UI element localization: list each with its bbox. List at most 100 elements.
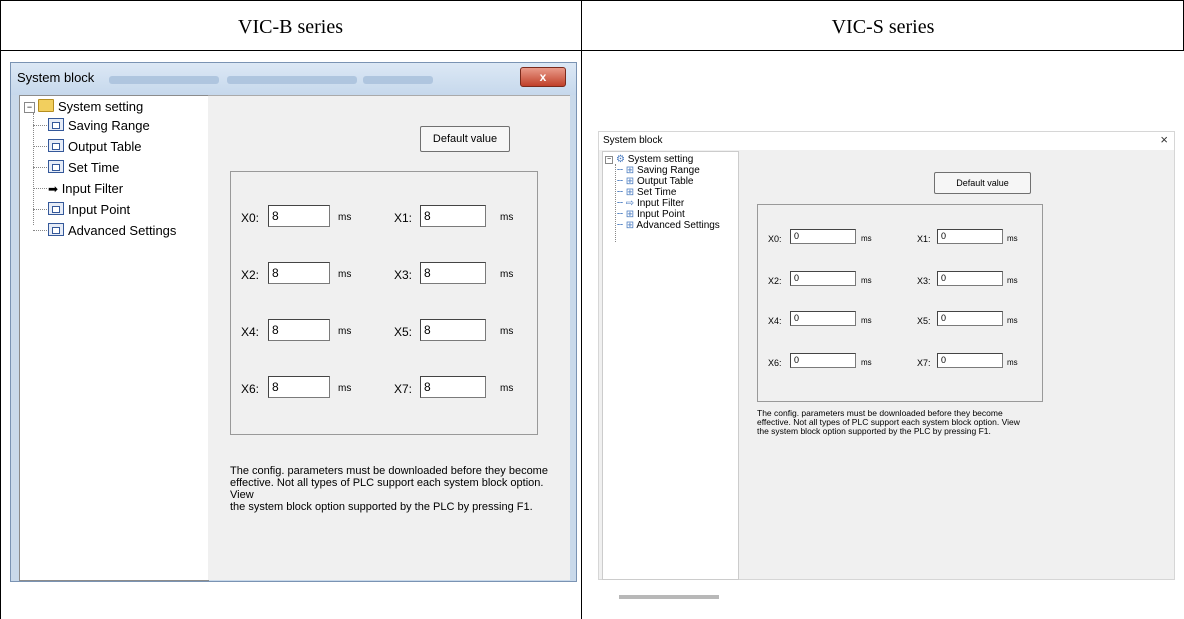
- x4-filter-input[interactable]: 8: [268, 319, 330, 341]
- tree-item-input-point[interactable]: ╌ ⊞ Input Point: [617, 209, 685, 220]
- tree-item-output-table[interactable]: Output Table: [48, 139, 141, 154]
- field-label-x0: X0:: [241, 211, 260, 225]
- tree-item-system-setting[interactable]: − ⚙ System setting: [605, 154, 693, 165]
- x4-filter-input[interactable]: 0: [790, 311, 856, 326]
- default-value-button[interactable]: Default value: [420, 126, 510, 152]
- unit-label: ms: [1007, 234, 1018, 243]
- vicb-settings-tree: − System setting Saving Range Output Tabl…: [19, 95, 209, 581]
- field-label-x1: X1:: [394, 211, 413, 225]
- tree-item-label: Advanced Settings: [68, 223, 177, 238]
- tree-item-advanced-settings[interactable]: Advanced Settings: [48, 223, 176, 238]
- tree-item-label: System setting: [627, 154, 694, 165]
- settings-page-icon: ╌ ⊞: [617, 176, 635, 187]
- tree-item-label: Saving Range: [636, 165, 700, 176]
- x7-filter-input[interactable]: 0: [937, 353, 1003, 368]
- tree-item-input-filter[interactable]: ╌ ⇨ Input Filter: [617, 198, 684, 209]
- x2-filter-input[interactable]: 0: [790, 271, 856, 286]
- unit-label: ms: [861, 316, 872, 325]
- tree-item-label: Input Filter: [636, 198, 685, 209]
- unit-label: ms: [338, 212, 352, 223]
- unit-label: ms: [338, 269, 352, 280]
- unit-label: ms: [500, 269, 514, 280]
- settings-page-icon: ╌ ⊞: [617, 220, 635, 231]
- tree-item-input-filter[interactable]: ➡ Input Filter: [48, 181, 123, 196]
- x6-filter-input[interactable]: 8: [268, 376, 330, 398]
- vicb-close-button[interactable]: x: [520, 67, 566, 87]
- collapse-icon[interactable]: −: [605, 156, 613, 164]
- x3-filter-input[interactable]: 0: [937, 271, 1003, 286]
- field-label-x0: X0:: [768, 234, 782, 244]
- tree-item-system-setting[interactable]: − System setting: [24, 99, 143, 114]
- tree-item-label: System setting: [58, 99, 144, 114]
- vicb-titlebar: System block x: [11, 63, 576, 95]
- tree-item-label: Saving Range: [68, 118, 150, 133]
- unit-label: ms: [500, 383, 514, 394]
- download-note: The config. parameters must be downloade…: [230, 465, 570, 513]
- vics-dialog-title: System block: [603, 135, 663, 146]
- settings-page-icon: [48, 160, 64, 173]
- field-label-x2: X2:: [768, 276, 782, 286]
- header-divider: [0, 50, 1184, 51]
- table-left-border: [0, 0, 1, 619]
- unit-label: ms: [861, 276, 872, 285]
- settings-page-icon: ╌ ⊞: [617, 187, 635, 198]
- tree-item-label: Set Time: [68, 160, 120, 175]
- settings-page-icon: [48, 202, 64, 215]
- tree-item-input-point[interactable]: Input Point: [48, 202, 130, 217]
- note-line: effective. Not all types of PLC support …: [230, 477, 544, 501]
- field-label-x7: X7:: [394, 382, 413, 396]
- blurred-toolbar-text: [109, 76, 219, 84]
- vics-settings-tree: − ⚙ System setting ╌ ⊞ Saving Range ╌ ⊞ O…: [602, 151, 739, 599]
- unit-label: ms: [500, 212, 514, 223]
- default-value-button[interactable]: Default value: [934, 172, 1031, 194]
- vicb-input-filter-panel: Default value X0: 8 ms X1: 8 ms X2: 8 ms…: [208, 95, 570, 580]
- vicb-dialog-title: System block: [17, 70, 95, 85]
- tree-item-label: Input Filter: [61, 181, 124, 196]
- right-column-header: VIC-S series: [831, 16, 935, 38]
- x0-filter-input[interactable]: 8: [268, 205, 330, 227]
- x1-filter-input[interactable]: 8: [420, 205, 486, 227]
- vics-titlebar: System block ×: [599, 132, 1174, 150]
- vicb-system-block-dialog: System block x − System setting Saving Ra…: [10, 62, 577, 582]
- vics-system-block-dialog: System block × − ⚙ System setting ╌ ⊞ Sav…: [598, 131, 1175, 599]
- folder-icon: [38, 99, 54, 112]
- x0-filter-input[interactable]: 0: [790, 229, 856, 244]
- x7-filter-input[interactable]: 8: [420, 376, 486, 398]
- x3-filter-input[interactable]: 8: [420, 262, 486, 284]
- field-label-x2: X2:: [241, 268, 260, 282]
- field-label-x3: X3:: [394, 268, 413, 282]
- x5-filter-input[interactable]: 0: [937, 311, 1003, 326]
- x2-filter-input[interactable]: 8: [268, 262, 330, 284]
- x1-filter-input[interactable]: 0: [937, 229, 1003, 244]
- blurred-toolbar-text: [363, 76, 433, 84]
- tree-item-label: Input Point: [636, 209, 685, 220]
- tree-item-label: Input Point: [68, 202, 131, 217]
- tree-item-advanced-settings[interactable]: ╌ ⊞ Advanced Settings: [617, 220, 720, 231]
- tree-item-label: Output Table: [636, 176, 694, 187]
- unit-label: ms: [338, 383, 352, 394]
- tree-item-output-table[interactable]: ╌ ⊞ Output Table: [617, 176, 694, 187]
- settings-page-icon: [48, 118, 64, 131]
- unit-label: ms: [861, 234, 872, 243]
- vics-close-button[interactable]: ×: [1160, 132, 1168, 147]
- blurred-toolbar-text: [227, 76, 357, 84]
- settings-page-icon: [48, 223, 64, 236]
- field-label-x3: X3:: [917, 276, 931, 286]
- tree-item-saving-range[interactable]: Saving Range: [48, 118, 150, 133]
- field-label-x7: X7:: [917, 358, 931, 368]
- horizontal-scrollbar[interactable]: [619, 595, 719, 599]
- x5-filter-input[interactable]: 8: [420, 319, 486, 341]
- collapse-icon[interactable]: −: [24, 102, 35, 113]
- field-label-x6: X6:: [241, 382, 260, 396]
- tree-item-set-time[interactable]: ╌ ⊞ Set Time: [617, 187, 676, 198]
- unit-label: ms: [861, 358, 872, 367]
- tree-item-label: Set Time: [636, 187, 677, 198]
- tree-item-saving-range[interactable]: ╌ ⊞ Saving Range: [617, 165, 700, 176]
- tree-item-label: Output Table: [68, 139, 142, 154]
- note-line: The config. parameters must be downloade…: [230, 465, 548, 477]
- left-column-header: VIC-B series: [238, 16, 343, 38]
- tree-item-set-time[interactable]: Set Time: [48, 160, 119, 175]
- x6-filter-input[interactable]: 0: [790, 353, 856, 368]
- tree-item-label: Advanced Settings: [636, 220, 720, 231]
- gear-icon: ⚙: [616, 154, 625, 165]
